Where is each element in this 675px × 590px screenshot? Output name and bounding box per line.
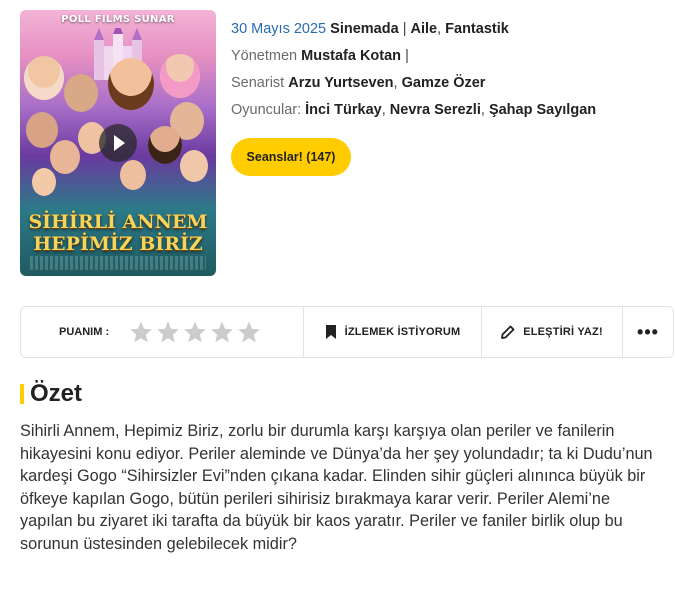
star-icon[interactable] xyxy=(210,320,234,344)
release-type[interactable]: Sinemada xyxy=(330,21,399,37)
rating-section: PUANIM : xyxy=(21,307,304,357)
movie-poster[interactable]: POLL FILMS SUNAR SİHİRLİ ANNEM HEPİMİZ B… xyxy=(20,10,216,276)
poster-credits-block xyxy=(30,256,206,270)
cast-link[interactable]: İnci Türkay xyxy=(305,102,382,118)
cast-row: Oyuncular: İnci Türkay, Nevra Serezli, Ş… xyxy=(231,102,597,118)
director-row: Yönetmen Mustafa Kotan | xyxy=(231,48,409,64)
bookmark-icon xyxy=(325,325,336,339)
poster-logo-line2: HEPİMİZ BİRİZ xyxy=(33,233,203,255)
writer-link[interactable]: Gamze Özer xyxy=(402,75,486,91)
play-icon[interactable] xyxy=(99,124,137,162)
star-icon[interactable] xyxy=(183,320,207,344)
star-icon[interactable] xyxy=(129,320,153,344)
release-date[interactable]: 30 Mayıs 2025 xyxy=(231,21,326,37)
director-label: Yönetmen xyxy=(231,48,298,64)
watchlist-label: İZLEMEK İSTİYORUM xyxy=(344,326,461,338)
poster-brand: POLL FILMS SUNAR xyxy=(61,14,175,25)
genre-link[interactable]: Fantastik xyxy=(445,21,509,37)
pencil-icon xyxy=(501,325,515,339)
star-icon[interactable] xyxy=(237,320,261,344)
movie-info: 30 Mayıs 2025 Sinemada | Aile, Fantastik… xyxy=(231,16,596,124)
cast-link[interactable]: Nevra Serezli xyxy=(390,102,481,118)
poster-logo-line1: SİHİRLİ ANNEM xyxy=(28,211,208,233)
heading-accent xyxy=(20,384,24,404)
watchlist-button[interactable]: İZLEMEK İSTİYORUM xyxy=(304,307,482,357)
star-icon[interactable] xyxy=(156,320,180,344)
release-row: 30 Mayıs 2025 Sinemada | Aile, Fantastik xyxy=(231,21,509,37)
genre-link[interactable]: Aile xyxy=(411,21,438,37)
summary-heading: Özet xyxy=(20,378,82,410)
rating-stars xyxy=(129,320,261,344)
writer-link[interactable]: Arzu Yurtseven xyxy=(288,75,393,91)
rating-label: PUANIM : xyxy=(59,326,110,338)
sessions-button[interactable]: Seanslar! (147) xyxy=(231,138,351,176)
cast-label: Oyuncular: xyxy=(231,102,302,118)
summary-text: Sihirli Annem, Hepimiz Biriz, zorlu bir … xyxy=(20,422,653,553)
summary-title: Özet xyxy=(30,380,83,407)
action-bar: PUANIM : İZLEMEK İSTİYORUM ELEŞTİRİ YAZ!… xyxy=(20,306,674,358)
write-review-label: ELEŞTİRİ YAZ! xyxy=(523,326,603,338)
more-icon: ••• xyxy=(637,322,659,342)
cast-link[interactable]: Şahap Sayılgan xyxy=(489,102,596,118)
writer-label: Senarist xyxy=(231,75,285,91)
more-options-button[interactable]: ••• xyxy=(623,307,673,357)
write-review-button[interactable]: ELEŞTİRİ YAZ! xyxy=(482,307,623,357)
writer-row: Senarist Arzu Yurtseven, Gamze Özer xyxy=(231,75,486,91)
director-link[interactable]: Mustafa Kotan xyxy=(301,48,401,64)
